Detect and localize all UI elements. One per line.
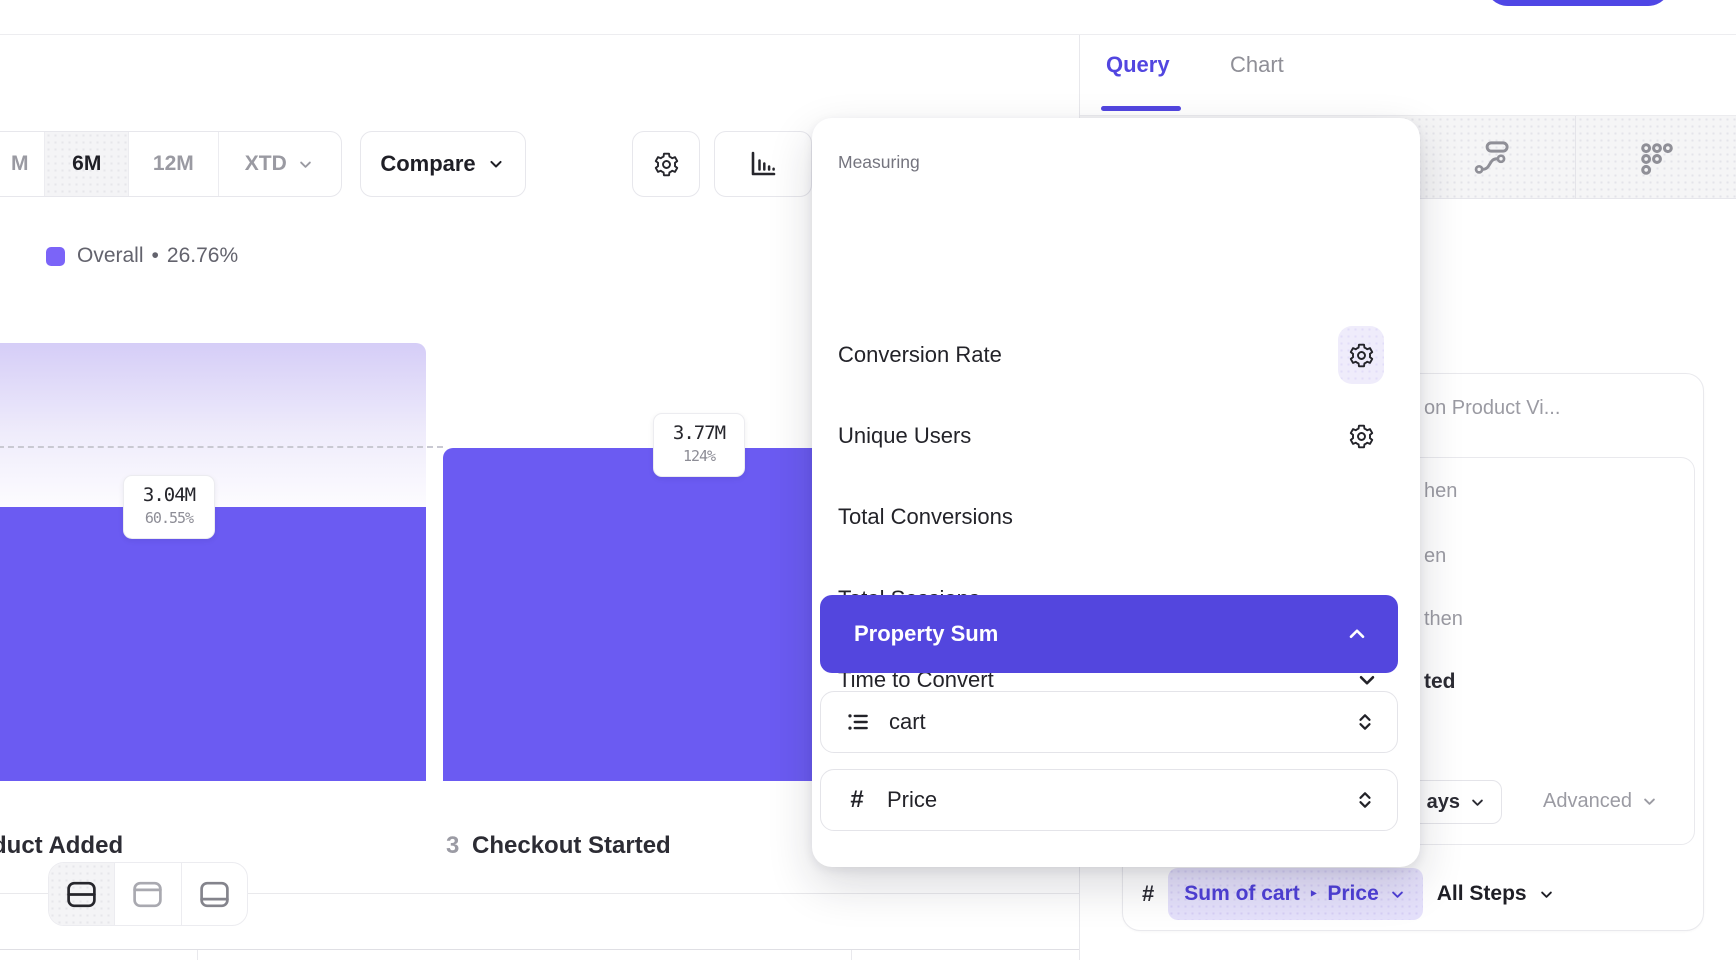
time-range-segmented-control: M 6M 12M XTD [0,131,342,197]
bar-2-value: 3.77M [654,422,744,444]
legend-label: Overall [77,244,144,268]
reference-dashed-line [0,446,443,448]
pill-event: Sum of cart [1184,882,1300,906]
funnel-report-app: 3.04M 60.55% 3.77M 124% Overall • 26.76%… [0,0,1736,960]
time-range-12m[interactable]: 12M [128,132,218,196]
grid-dots-icon [1638,140,1676,178]
layout-bottom-button[interactable] [181,863,247,925]
layout-split-button[interactable] [49,863,114,925]
step-2-label: Checkout Started [472,832,671,860]
hash-icon: # [1142,881,1154,907]
chart-settings-button[interactable] [632,131,700,197]
card-header-fragment: on Product Vi... [1424,397,1560,420]
all-steps-dropdown[interactable]: All Steps [1437,882,1556,906]
chevron-down-icon [1537,885,1556,904]
bar-1-value-label: 3.04M 60.55% [123,475,215,539]
tab-query-underline [1101,106,1181,111]
time-range-xtd[interactable]: XTD [218,132,341,196]
step-fragment-active: ted [1424,670,1456,694]
layout-top-icon [131,880,164,909]
property-event-value: cart [889,709,1335,735]
chevron-down-icon [1388,885,1407,904]
chevron-down-icon [1640,792,1659,811]
metrics-toolbar-button[interactable] [1638,140,1676,178]
legend: Overall • 26.76% [46,244,238,268]
legend-swatch [46,247,65,266]
chevron-up-icon [1344,621,1370,647]
step-fragment: hen [1424,480,1457,503]
property-name-value: Price [887,787,1335,813]
legend-separator: • [152,244,159,268]
advanced-button[interactable]: Advanced [1543,790,1659,813]
conversion-rate-settings-button[interactable] [1338,326,1384,384]
table-column-divider [197,950,198,960]
flows-squiggle-icon [1473,137,1513,177]
time-range-6m[interactable]: 6M [44,132,128,196]
toolbar-cell-divider [1575,116,1576,199]
property-name-select[interactable]: # Price [820,769,1398,831]
step-fragment: en [1424,545,1446,568]
gear-icon [1348,423,1375,450]
tab-query[interactable]: Query [1106,52,1170,78]
menu-item-unique-users[interactable]: Unique Users [812,404,1420,468]
bar-2-value-label: 3.77M 124% [653,413,745,477]
measuring-title: Measuring [838,152,920,173]
list-icon [845,709,871,735]
bar-1-value: 3.04M [124,484,214,506]
legend-text: Overall • 26.76% [77,244,238,268]
advanced-label: Advanced [1543,790,1632,813]
layout-bottom-icon [198,880,231,909]
unique-users-settings-button[interactable] [1338,407,1384,465]
time-range-3m[interactable]: M [0,132,44,196]
menu-item-total-conversions[interactable]: Total Conversions [812,485,1420,549]
sum-of-property-pill[interactable]: Sum of cart ‣ Price [1168,868,1423,920]
chevron-down-icon [486,154,506,174]
layout-split-icon [65,880,98,909]
compare-button[interactable]: Compare [360,131,526,197]
pill-arrow-icon: ‣ [1309,885,1319,903]
flows-toolbar-button[interactable] [1473,137,1513,177]
chevron-down-icon [296,155,315,174]
property-event-select[interactable]: cart [820,691,1398,753]
tab-chart[interactable]: Chart [1230,52,1284,78]
up-down-icon [1353,710,1377,734]
table-header-divider [0,949,1079,950]
step-fragment: then [1424,608,1463,631]
bar-2-conversion: 124% [654,447,744,465]
compare-label: Compare [380,151,475,177]
gear-icon [653,151,680,178]
funnel-chart-icon [746,147,780,181]
time-range-xtd-label: XTD [245,152,287,176]
table-column-divider [851,950,852,960]
step-2-number: 3 [446,832,459,860]
chevron-down-icon [1468,793,1487,812]
menu-item-conversion-rate[interactable]: Conversion Rate [812,323,1420,387]
up-down-icon [1353,788,1377,812]
chart-type-button[interactable] [714,131,812,197]
primary-action-button[interactable] [1485,0,1671,6]
days-fragment: ays [1427,791,1460,814]
measurement-row: # Sum of cart ‣ Price All Steps [1142,868,1556,920]
pill-property: Price [1327,882,1378,906]
all-steps-label: All Steps [1437,882,1527,906]
menu-item-property-sum[interactable]: Property Sum [820,595,1398,673]
measuring-dropdown: Measuring Conversion Rate Unique Users T… [812,118,1420,867]
gear-icon [1348,342,1375,369]
layout-top-button[interactable] [114,863,180,925]
hash-icon: # [845,786,869,814]
funnel-bar-1-converted[interactable] [0,507,426,781]
step-1-label: duct Added [0,832,123,860]
bar-1-conversion: 60.55% [124,509,214,527]
legend-value: 26.76% [167,244,238,268]
layout-toggle-group [48,862,248,926]
app-header [0,0,1736,35]
